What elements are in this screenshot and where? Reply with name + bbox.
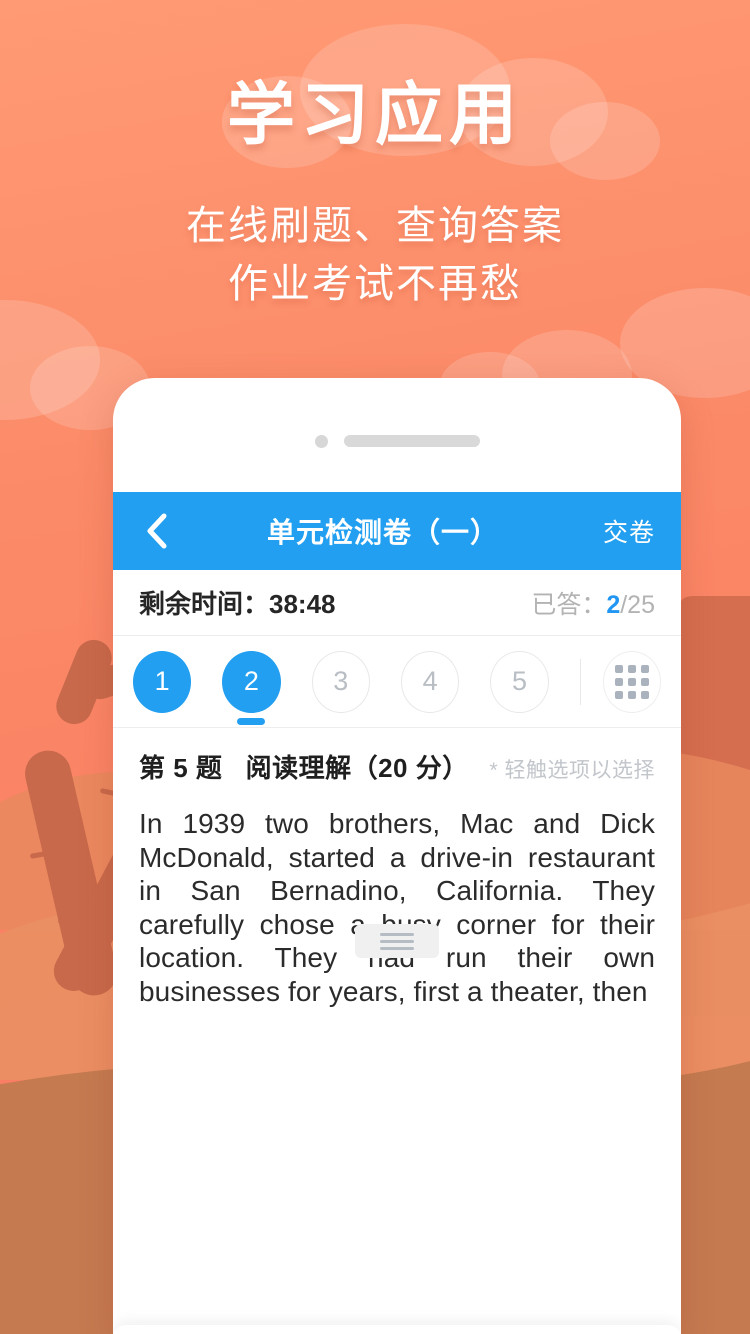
submit-exam-button[interactable]: 交卷 xyxy=(603,513,655,549)
question-grid-button[interactable] xyxy=(602,650,662,713)
pill-divider xyxy=(579,658,581,705)
question-type: 阅读理解（20 分） xyxy=(245,753,469,783)
hero-subtitle: 在线刷题、查询答案 作业考试不再愁 xyxy=(0,197,750,313)
sub-question-sheet: 第1小题 第2小题 第3小题 第4小题 The passage xyxy=(113,1325,681,1334)
phone-earpiece xyxy=(113,434,681,448)
page-title: 学习应用 xyxy=(226,77,523,153)
question-pill-4[interactable]: 4 xyxy=(400,650,460,713)
question-pill-5[interactable]: 5 xyxy=(490,650,549,713)
grid-menu-icon xyxy=(614,664,649,699)
remaining-time: 剩余时间：38:48 xyxy=(139,584,336,621)
question-pill-label: 3 xyxy=(333,666,349,696)
reading-passage: In 1939 two brothers, Mac and Dick McDon… xyxy=(139,808,655,1007)
sub-tab-4[interactable]: 第4小题 xyxy=(535,1325,673,1334)
question-pill-label: 1 xyxy=(154,666,170,696)
hero-section: 学习应用 在线刷题、查询答案 作业考试不再愁 xyxy=(0,77,750,313)
question-pill-1[interactable]: 1 xyxy=(133,650,192,713)
question-heading: 第 5 题 阅读理解（20 分） xyxy=(139,748,469,785)
cloud-left xyxy=(0,300,150,430)
hero-subtitle-line-2: 作业考试不再愁 xyxy=(228,262,522,307)
question-pill-2[interactable]: 2 xyxy=(222,650,281,713)
answered-counter: 已答：2/25 xyxy=(531,585,655,621)
selection-hint: * 轻触选项以选择 xyxy=(489,759,655,782)
answered-label: 已答： xyxy=(531,590,607,619)
app-navbar: 单元检测卷（一） 交卷 xyxy=(113,492,681,570)
question-pill-label: 2 xyxy=(243,666,259,696)
question-number: 第 5 题 xyxy=(139,753,223,783)
timer-bar: 剩余时间：38:48 已答：2/25 xyxy=(113,570,681,636)
answered-total: /25 xyxy=(620,590,655,619)
drag-handle-icon[interactable] xyxy=(355,924,439,958)
answered-count: 2 xyxy=(606,590,621,619)
question-pill-bar: 1 2 3 4 5 xyxy=(113,636,681,728)
exam-title: 单元检测卷（一） xyxy=(266,517,499,548)
sub-tab-2[interactable]: 第2小题 xyxy=(259,1325,397,1334)
question-header: 第 5 题 阅读理解（20 分） * 轻触选项以选择 xyxy=(139,728,655,785)
remaining-time-value: 38:48 xyxy=(269,589,336,619)
sub-tab-3[interactable]: 第3小题 xyxy=(397,1325,535,1334)
earpiece-grille xyxy=(343,435,480,447)
front-camera-icon xyxy=(314,434,328,448)
sub-question-tabs: 第1小题 第2小题 第3小题 第4小题 xyxy=(113,1325,681,1334)
question-pill-label: 5 xyxy=(511,666,528,696)
promo-screenshot: 学习应用 在线刷题、查询答案 作业考试不再愁 单元检测卷（一） 交卷 剩余时间：… xyxy=(0,0,750,1334)
phone-mockup: 单元检测卷（一） 交卷 剩余时间：38:48 已答：2/25 1 2 3 4 5… xyxy=(113,378,681,1334)
question-pill-label: 4 xyxy=(422,666,438,696)
question-pill-3[interactable]: 3 xyxy=(311,650,370,713)
remaining-time-label: 剩余时间： xyxy=(139,589,270,619)
app-screen: 单元检测卷（一） 交卷 剩余时间：38:48 已答：2/25 1 2 3 4 5… xyxy=(113,492,681,1334)
hero-subtitle-line-1: 在线刷题、查询答案 xyxy=(186,204,564,249)
question-body: 第 5 题 阅读理解（20 分） * 轻触选项以选择 In 1939 two b… xyxy=(113,728,681,1334)
sub-tab-1[interactable]: 第1小题 xyxy=(121,1325,259,1334)
